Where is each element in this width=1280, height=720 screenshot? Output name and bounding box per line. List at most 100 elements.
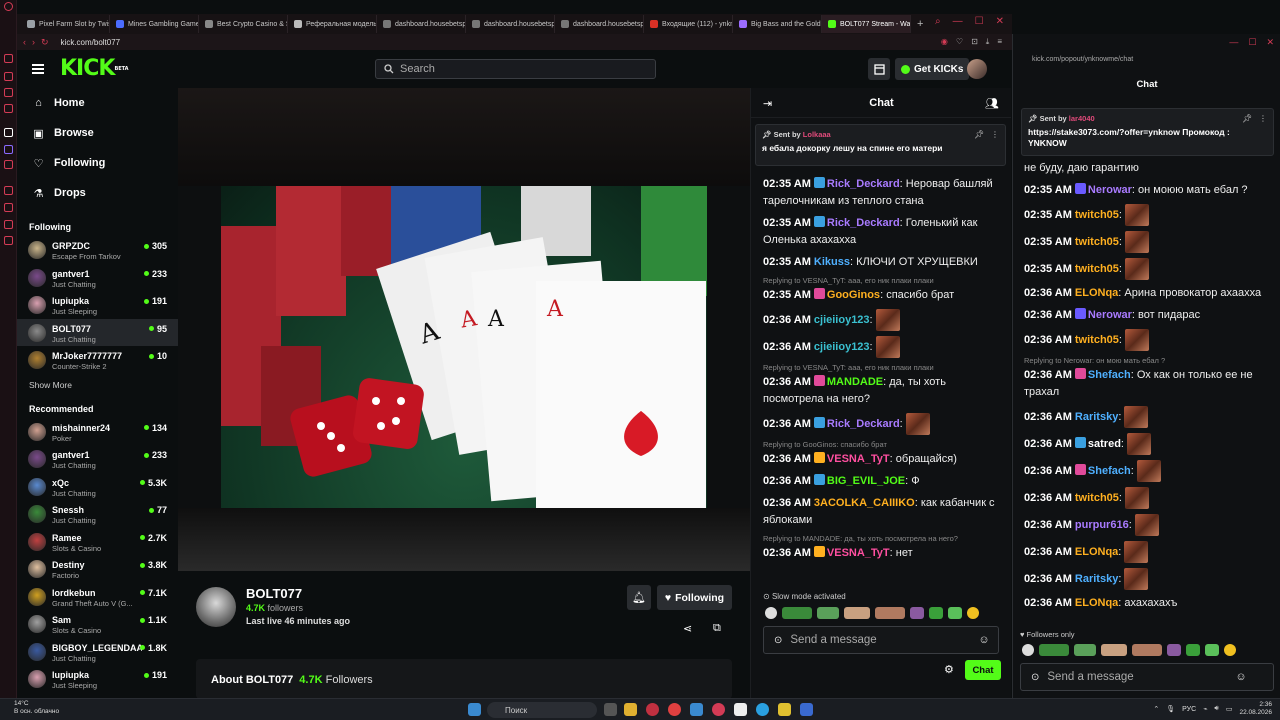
clip-icon[interactable]: ⧉ — [713, 622, 721, 635]
hamburger-menu-icon[interactable] — [32, 64, 44, 74]
nav-item-drops[interactable]: ⚗ Drops — [17, 178, 178, 208]
emote-icon[interactable] — [1205, 644, 1219, 656]
channel-item[interactable]: mishainner24 Poker 134 — [17, 418, 178, 446]
chat-message[interactable]: 02:35 AM Kikuss: КЛЮЧИ ОТ ХРУЩЕВКИ — [763, 254, 1003, 271]
message-username[interactable]: Nerowar — [1088, 309, 1132, 321]
search-tabs-icon[interactable]: ⌕ — [935, 16, 941, 27]
menu-icon[interactable]: ≡ — [997, 37, 1002, 47]
chat-message[interactable]: 02:36 AM Rick_Deckard: — [763, 413, 1003, 435]
message-username[interactable]: Rick_Deckard — [827, 178, 900, 190]
chat-message[interactable]: 02:36 AM BIG_EVIL_JOE: Ф — [763, 473, 1003, 490]
emote-icon[interactable] — [1022, 644, 1034, 656]
popout-chat-input-box[interactable]: ⊙ ☺ — [1020, 663, 1274, 691]
message-username[interactable]: twitch05 — [1075, 263, 1119, 275]
message-username[interactable]: ELONqa — [1075, 597, 1118, 609]
chat-message[interactable]: 02:36 AM ELONqa: Арина провокатор ахаахха — [1024, 285, 1272, 302]
channel-item[interactable]: BIGBOY_LEGENDAA Just Chatting 1.8K — [17, 638, 178, 666]
emote-icon[interactable] — [782, 607, 812, 619]
taskbar-search[interactable]: Поиск — [487, 702, 597, 718]
message-username[interactable]: Shefach — [1088, 369, 1131, 381]
channel-item[interactable]: Sam Slots & Casino 1.1K — [17, 610, 178, 638]
chat-message[interactable]: 02:36 AM twitch05: — [1024, 487, 1272, 509]
yandex-icon[interactable] — [668, 703, 681, 716]
chat-message[interactable]: 02:36 AM purpur616: — [1024, 514, 1272, 536]
sidebar-app-icon[interactable] — [4, 88, 13, 97]
emote-icon[interactable] — [875, 607, 905, 619]
chat-message[interactable]: 02:36 AM 3ACOLKA_CAIIIKO: как кабанчик с … — [763, 495, 1003, 529]
url-field[interactable]: kick.com/bolt077 — [61, 38, 121, 47]
steam-icon[interactable] — [800, 703, 813, 716]
channel-item[interactable]: lupiupka Just Sleeping 191 — [17, 291, 178, 319]
chat-message[interactable]: 02:36 AM Shefach: — [1024, 460, 1272, 482]
sidebar-app-icon[interactable] — [4, 54, 13, 63]
clock[interactable]: 2:36 22.08.2026 — [1239, 701, 1272, 717]
nav-item-home[interactable]: ⌂ Home — [17, 88, 178, 118]
browser-tab[interactable]: dashboard.housebetsp — [466, 15, 555, 33]
following-button[interactable]: ♥ Following — [657, 585, 732, 610]
emote-icon[interactable] — [1101, 644, 1127, 656]
message-username[interactable]: cjieiioy123 — [814, 314, 870, 326]
message-username[interactable]: twitch05 — [1075, 492, 1119, 504]
browser-tab[interactable]: BOLT077 Stream - Watch — [822, 15, 911, 33]
chat-message[interactable]: 02:36 AM twitch05: — [1024, 329, 1272, 351]
back-icon[interactable]: ‹ — [23, 37, 26, 47]
browser-tab[interactable]: Реферальная модель — [288, 15, 377, 33]
channel-item[interactable]: Snessh Just Chatting 77 — [17, 500, 178, 528]
emote-icon[interactable] — [967, 607, 979, 619]
lang-indicator[interactable]: РУС — [1182, 706, 1196, 713]
chat-message[interactable]: 02:36 AM Nerowar: вот пидарас — [1024, 307, 1272, 324]
chat-badge-icon[interactable]: ⊙ — [1031, 672, 1039, 683]
mic-icon[interactable]: 🎙︎ — [1166, 705, 1175, 713]
message-username[interactable]: twitch05 — [1075, 236, 1119, 248]
channel-item[interactable]: BOLT077 Just Chatting 95 — [17, 318, 178, 346]
chat-message[interactable]: 02:35 AM twitch05: — [1024, 204, 1272, 226]
chat-message[interactable]: 02:36 AM VESNA_TyT: обращайся) — [763, 451, 1003, 468]
telegram-icon[interactable] — [756, 703, 769, 716]
network-icon[interactable]: ⌁ — [1203, 705, 1207, 713]
nav-item-following[interactable]: ♡ Following — [17, 148, 178, 178]
user-avatar[interactable] — [967, 59, 987, 79]
channel-item[interactable]: Ramee Slots & Casino 2.7K — [17, 528, 178, 556]
emote-icon[interactable] — [1224, 644, 1236, 656]
nav-item-browse[interactable]: ▣ Browse — [17, 118, 178, 148]
sidebar-app-icon[interactable] — [4, 186, 13, 195]
message-username[interactable]: cjieiioy123 — [814, 341, 870, 353]
browser-tab[interactable]: Best Crypto Casino & Sp — [199, 15, 288, 33]
chat-message[interactable]: не буду, даю гарантию — [1024, 160, 1272, 177]
channel-item[interactable]: lupiupka Just Sleeping 191 — [17, 665, 178, 693]
chat-message[interactable]: 02:35 AM Rick_Deckard: Голенький как Олен… — [763, 215, 1003, 249]
pinned-text[interactable]: https://stake3073.com/?offer=ynknow Пром… — [1028, 127, 1267, 149]
chat-settings-icon[interactable]: ⚙ — [944, 663, 954, 676]
new-tab-icon[interactable]: + — [917, 18, 923, 30]
chat-message[interactable]: 02:36 AM Raritsky: — [1024, 406, 1272, 428]
kick-logo[interactable]: KICKBETA — [60, 58, 129, 80]
chat-message[interactable]: 02:35 AM GooGinos: спасибо брат — [763, 287, 1003, 304]
emote-icon[interactable] — [765, 607, 777, 619]
tray-chevron-icon[interactable]: ⌃ — [1153, 705, 1159, 713]
snapshot-icon[interactable]: ⊡ — [971, 37, 978, 47]
emote-icon[interactable] — [817, 607, 839, 619]
message-username[interactable]: satred — [1088, 438, 1121, 450]
message-username[interactable]: VESNA_TyT — [827, 547, 890, 559]
chat-message[interactable]: 02:36 AM Raritsky: — [1024, 568, 1272, 590]
message-username[interactable]: 3ACOLKA_CAIIIKO — [814, 497, 915, 509]
message-username[interactable]: MANDADE — [827, 376, 883, 388]
browser-tab[interactable]: Mines Gambling Game — [110, 15, 199, 33]
message-username[interactable]: twitch05 — [1075, 209, 1119, 221]
emote-icon[interactable] — [1186, 644, 1200, 656]
chat-message[interactable]: 02:36 AM satred: — [1024, 433, 1272, 455]
chat-message[interactable]: 02:35 AM Nerowar: он моюю мать ебал ? — [1024, 182, 1272, 199]
emote-icon[interactable] — [1039, 644, 1069, 656]
search-box[interactable] — [375, 59, 656, 79]
share-icon[interactable]: ⋖ — [683, 622, 692, 635]
message-username[interactable]: Nerowar — [1088, 184, 1132, 196]
chat-users-icon[interactable]: 👥︎ — [985, 97, 999, 110]
chat-input-box[interactable]: ⊙ ☺ — [763, 626, 999, 654]
vpn-icon[interactable]: ◉ — [941, 37, 948, 47]
pinned-user[interactable]: Lolkaaa — [803, 130, 831, 139]
message-username[interactable]: Rick_Deckard — [827, 217, 900, 229]
pinned-user[interactable]: lar4040 — [1069, 114, 1095, 123]
opera-icon[interactable] — [646, 703, 659, 716]
task-view-icon[interactable] — [604, 703, 617, 716]
minimize-icon[interactable]: — — [1229, 37, 1238, 48]
